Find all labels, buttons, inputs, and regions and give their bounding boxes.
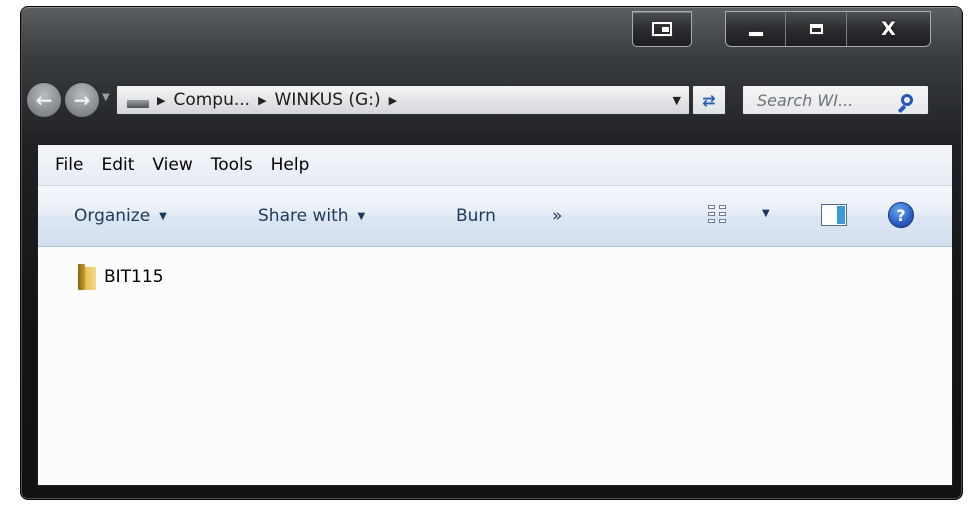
- search-input[interactable]: [755, 89, 889, 111]
- share-with-button[interactable]: Share with ▼: [258, 206, 365, 226]
- drive-icon: [127, 100, 149, 108]
- menu-file[interactable]: File: [46, 155, 92, 175]
- chevron-down-icon: ▼: [102, 92, 110, 103]
- list-item[interactable]: BIT115: [78, 263, 164, 290]
- switch-window-button[interactable]: [632, 11, 692, 47]
- burn-label: Burn: [456, 206, 496, 226]
- help-icon[interactable]: ?: [888, 202, 914, 228]
- menu-help[interactable]: Help: [262, 155, 319, 175]
- close-icon: X: [881, 18, 896, 40]
- burn-button[interactable]: Burn: [456, 206, 496, 226]
- address-bar[interactable]: ▶ Compu... ▶ WINKUS (G:) ▶ ▼: [116, 85, 690, 115]
- folder-name: BIT115: [104, 266, 164, 287]
- menu-edit[interactable]: Edit: [92, 155, 143, 175]
- close-button[interactable]: X: [847, 12, 930, 46]
- chevron-down-icon: ▼: [357, 210, 366, 222]
- arrow-left-icon: ←: [35, 88, 53, 112]
- client-area: File Edit View Tools Help Organize ▼ Sha…: [37, 144, 953, 486]
- view-options-chevron-icon[interactable]: ▼: [762, 208, 770, 219]
- minimize-button[interactable]: [726, 12, 787, 46]
- chevron-down-icon: ▼: [159, 210, 167, 222]
- command-bar: Organize ▼ Share with ▼ Burn » ▼ ?: [38, 186, 952, 247]
- refresh-button[interactable]: ⇄: [692, 85, 726, 115]
- menu-bar: File Edit View Tools Help: [38, 145, 952, 186]
- menu-tools[interactable]: Tools: [202, 155, 262, 175]
- more-commands-button[interactable]: »: [552, 206, 562, 226]
- organize-button[interactable]: Organize ▼: [74, 206, 167, 226]
- breadcrumb-computer[interactable]: Compu...: [173, 90, 250, 110]
- breadcrumb-arrow-icon[interactable]: ▶: [389, 94, 397, 107]
- maximize-button[interactable]: [786, 12, 847, 46]
- address-dropdown-icon[interactable]: ▼: [673, 94, 681, 107]
- recent-pages-button[interactable]: ▼: [102, 92, 110, 103]
- switch-window-icon: [652, 22, 672, 36]
- forward-button[interactable]: →: [64, 82, 100, 118]
- breadcrumb-drive[interactable]: WINKUS (G:): [275, 90, 381, 110]
- refresh-icon: ⇄: [702, 90, 716, 110]
- search-icon[interactable]: [901, 94, 913, 106]
- more-commands-icon: »: [552, 206, 563, 226]
- arrow-right-icon: →: [73, 88, 91, 112]
- minimize-icon: [748, 32, 763, 36]
- breadcrumb-arrow-icon[interactable]: ▶: [157, 94, 165, 107]
- breadcrumb-arrow-icon[interactable]: ▶: [258, 94, 266, 107]
- preview-pane-icon[interactable]: [821, 204, 847, 226]
- menu-view[interactable]: View: [143, 155, 201, 175]
- organize-label: Organize: [74, 206, 151, 226]
- folder-icon: [78, 263, 98, 290]
- file-list: BIT115: [38, 247, 952, 485]
- window-controls: X: [725, 11, 931, 47]
- change-view-icon[interactable]: [708, 205, 726, 223]
- share-with-label: Share with: [258, 206, 349, 226]
- back-button[interactable]: ←: [26, 82, 62, 118]
- search-box[interactable]: [742, 85, 929, 115]
- maximize-icon: [809, 24, 823, 34]
